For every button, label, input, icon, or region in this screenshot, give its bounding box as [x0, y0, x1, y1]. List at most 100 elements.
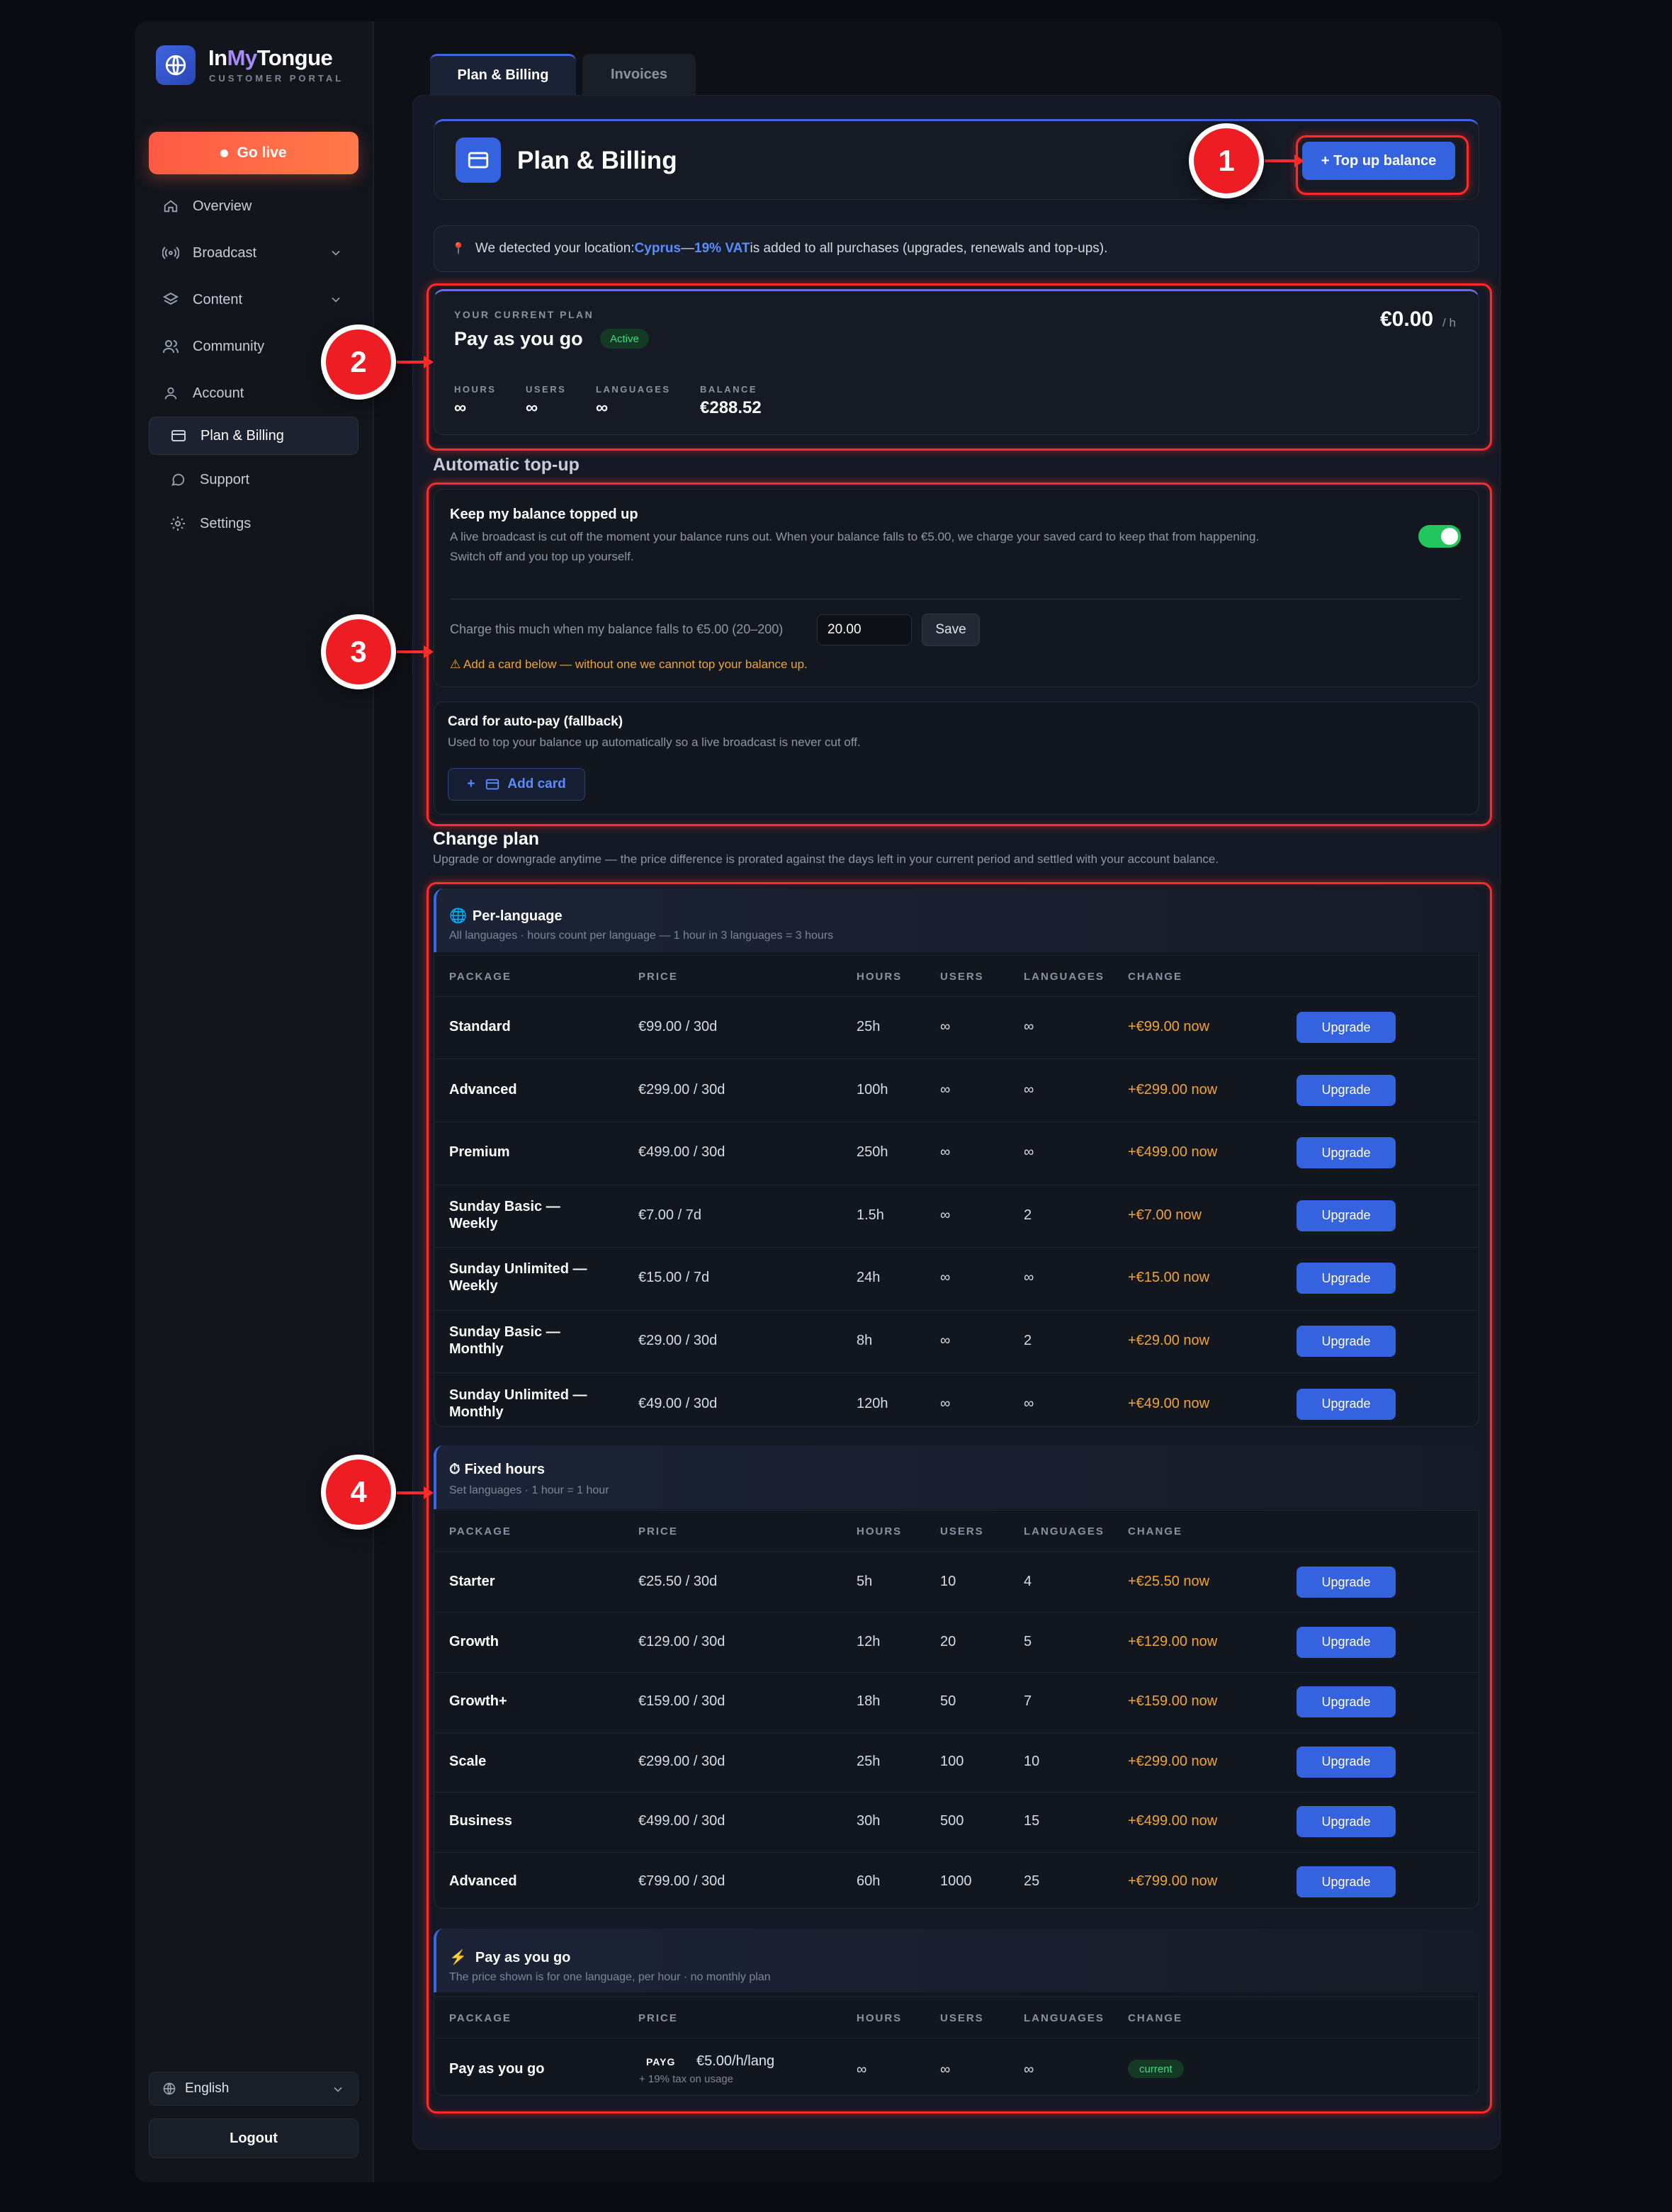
hours-cell: 18h — [857, 1693, 881, 1710]
column-header: LANGUAGES — [1024, 1525, 1105, 1537]
upgrade-button[interactable]: Upgrade — [1297, 1388, 1396, 1420]
package-name: Growth — [449, 1633, 499, 1649]
broadcast-icon — [162, 244, 180, 262]
upgrade-button[interactable]: Upgrade — [1297, 1074, 1396, 1106]
home-icon — [162, 197, 180, 215]
sidebar-item-label: Content — [193, 291, 243, 307]
price-cell: €7.00 / 7d — [638, 1207, 701, 1223]
change-cell: +€299.00 now — [1128, 1753, 1218, 1769]
card-icon — [486, 779, 499, 790]
users-cell: ∞ — [940, 2062, 951, 2077]
column-header: LANGUAGES — [1024, 2012, 1105, 2024]
upgrade-button[interactable]: Upgrade — [1297, 1567, 1396, 1598]
languages-cell: 2 — [1024, 1207, 1032, 1223]
price-cell: €499.00 / 30d — [638, 1813, 725, 1829]
change-cell: +€499.00 now — [1128, 1813, 1218, 1829]
sidebar-item-support[interactable]: Support — [149, 461, 358, 499]
upgrade-button[interactable]: Upgrade — [1297, 1200, 1396, 1231]
change-cell: +€159.00 now — [1128, 1693, 1218, 1710]
divider — [434, 1372, 1479, 1374]
divider — [434, 1851, 1479, 1853]
sidebar-item-settings[interactable]: Settings — [149, 504, 358, 543]
annotation-arrow — [397, 645, 434, 658]
section-heading: ⏱ Fixed hours — [449, 1462, 545, 1477]
divider — [434, 1732, 1479, 1733]
users-cell: 20 — [940, 1633, 956, 1649]
sidebar-item-overview[interactable]: Overview — [149, 187, 358, 225]
upgrade-button[interactable]: Upgrade — [1297, 1686, 1396, 1718]
upgrade-button[interactable]: Upgrade — [1297, 1866, 1396, 1897]
tab-plan-billing[interactable]: Plan & Billing — [430, 54, 576, 95]
section-heading: 🌐 Per-language — [449, 908, 563, 924]
change-cell: +€29.00 now — [1128, 1333, 1210, 1348]
warning-icon: ⚠ — [450, 658, 464, 671]
go-live-button[interactable]: Go live — [149, 132, 358, 174]
live-dot-icon — [220, 149, 229, 157]
upgrade-button[interactable]: Upgrade — [1297, 1012, 1396, 1043]
location-notice: 📍 We detected your location: Cyprus — 19… — [434, 225, 1479, 272]
tab-invoices[interactable]: Invoices — [582, 54, 696, 95]
annotation-arrow — [1265, 154, 1304, 167]
chevron-down-icon — [332, 297, 340, 303]
package-name: Growth+ — [449, 1693, 507, 1710]
sidebar-item-label: Account — [193, 385, 244, 401]
upgrade-button[interactable]: Upgrade — [1297, 1137, 1396, 1169]
upgrade-button[interactable]: Upgrade — [1297, 1263, 1396, 1294]
column-header: PACKAGE — [449, 2012, 512, 2024]
hours-cell: 30h — [857, 1813, 881, 1829]
toggle-knob — [1441, 528, 1458, 545]
auto-topup-toggle[interactable] — [1418, 525, 1461, 548]
add-card-button[interactable]: + Add card — [448, 768, 585, 801]
hours-cell: 1.5h — [857, 1207, 884, 1223]
autopay-card-title: Card for auto-pay (fallback) — [448, 714, 623, 729]
change-cell: +€49.00 now — [1128, 1395, 1210, 1411]
upgrade-button[interactable]: Upgrade — [1297, 1746, 1396, 1778]
upgrade-button[interactable]: Upgrade — [1297, 1326, 1396, 1357]
card-warning: ⚠ Add a card below — without one we cann… — [450, 658, 808, 671]
save-button[interactable]: Save — [922, 614, 980, 646]
change-plan-desc: Upgrade or downgrade anytime — the price… — [433, 852, 1219, 866]
hours-cell: 100h — [857, 1081, 888, 1097]
languages-cell: 4 — [1024, 1574, 1032, 1589]
users-cell: ∞ — [940, 1395, 951, 1411]
price-cell: €49.00 / 30d — [638, 1395, 718, 1411]
per-language-header — [434, 888, 1479, 952]
current-badge: current — [1128, 2060, 1184, 2078]
current-plan-name: Pay as you go — [454, 328, 583, 349]
users-cell: 500 — [940, 1813, 964, 1829]
price-cell: €15.00 / 7d — [638, 1270, 710, 1286]
package-name-line2: Monthly — [449, 1341, 504, 1357]
package-name: Standard — [449, 1019, 511, 1034]
price-cell: €25.50 / 30d — [638, 1574, 718, 1589]
sidebar-item-content[interactable]: Content — [149, 281, 358, 319]
stat-label: HOURS — [454, 384, 497, 395]
stat-value: ∞ — [526, 398, 538, 417]
language-select[interactable]: English — [149, 2072, 358, 2106]
users-cell: ∞ — [940, 1019, 951, 1034]
column-header: HOURS — [857, 2012, 903, 2024]
change-cell: +€25.50 now — [1128, 1574, 1210, 1589]
price-cell: €299.00 / 30d — [638, 1753, 725, 1769]
fixed-hours-header — [434, 1445, 1479, 1509]
languages-cell: 5 — [1024, 1633, 1032, 1649]
sidebar-item-plan-billing[interactable]: Plan & Billing — [149, 417, 358, 455]
section-desc: Set languages · 1 hour = 1 hour — [449, 1484, 609, 1496]
annotation-arrow — [397, 1486, 434, 1499]
sidebar-item-label: Plan & Billing — [200, 427, 284, 444]
charge-amount-input[interactable] — [817, 614, 912, 645]
hours-cell: ∞ — [857, 2062, 867, 2077]
logout-button[interactable]: Logout — [149, 2118, 358, 2158]
payg-price: €5.00/h/lang — [696, 2053, 775, 2069]
hours-cell: 5h — [857, 1574, 873, 1589]
change-cell: +€99.00 now — [1128, 1019, 1210, 1034]
pin-icon: 📍 — [451, 243, 465, 255]
top-up-balance-button[interactable]: + Top up balance — [1302, 142, 1455, 180]
upgrade-button[interactable]: Upgrade — [1297, 1806, 1396, 1838]
sidebar-item-broadcast[interactable]: Broadcast — [149, 234, 358, 272]
upgrade-button[interactable]: Upgrade — [1297, 1626, 1396, 1658]
languages-cell: ∞ — [1024, 1144, 1034, 1161]
price-cell: €299.00 / 30d — [638, 1081, 725, 1097]
hours-cell: 8h — [857, 1333, 873, 1348]
column-header: LANGUAGES — [1024, 971, 1105, 983]
languages-cell: 15 — [1024, 1813, 1040, 1829]
